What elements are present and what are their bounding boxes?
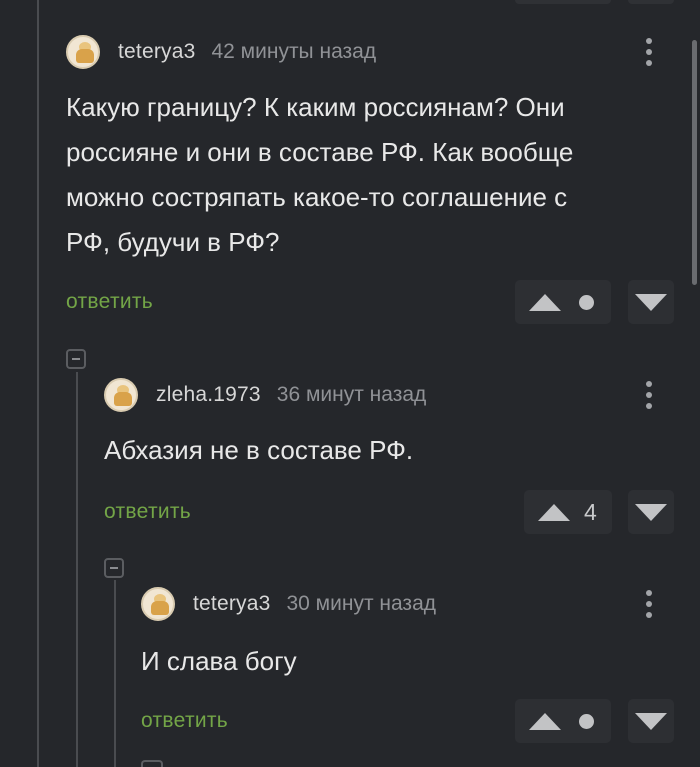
dot-icon <box>579 294 594 310</box>
thread-line-root <box>37 0 39 767</box>
comment-header: teterya3 42 минуты назад <box>66 35 376 69</box>
more-vertical-icon[interactable] <box>644 38 654 68</box>
downvote-button[interactable] <box>628 699 674 743</box>
arrow-up-icon[interactable] <box>529 293 561 311</box>
comment-text-line: россияне и они в составе РФ. Как вообще <box>66 137 574 167</box>
timestamp[interactable]: 30 минут назад <box>286 592 436 616</box>
arrow-up-icon[interactable] <box>538 503 570 521</box>
previous-vote-box-edge <box>515 0 611 4</box>
thread-line-level-1[interactable] <box>76 372 78 767</box>
timestamp[interactable]: 36 минут назад <box>277 383 427 407</box>
downvote-button[interactable] <box>628 280 674 324</box>
vote-box: 4 <box>524 490 612 534</box>
comment-2: zleha.1973 36 минут назад Абхазия не в с… <box>104 378 676 538</box>
previous-downvote-box-edge <box>628 0 674 4</box>
username[interactable]: zleha.1973 <box>156 383 261 407</box>
username[interactable]: teterya3 <box>118 40 195 64</box>
user-avatar[interactable] <box>104 378 138 412</box>
reply-link[interactable]: ответить <box>104 500 191 524</box>
arrow-down-icon[interactable] <box>635 294 667 311</box>
thread-line-level-2[interactable] <box>114 580 116 767</box>
arrow-down-icon[interactable] <box>635 713 667 730</box>
comment-header: teterya3 30 минут назад <box>141 587 436 621</box>
user-avatar[interactable] <box>141 587 175 621</box>
arrow-up-icon[interactable] <box>529 712 561 730</box>
username[interactable]: teterya3 <box>193 592 270 616</box>
more-vertical-icon[interactable] <box>644 590 654 620</box>
next-collapse-button-edge <box>141 760 163 767</box>
timestamp[interactable]: 42 минуты назад <box>211 40 376 64</box>
scrollbar[interactable] <box>692 40 697 285</box>
collapse-thread-button-1[interactable] <box>66 349 86 369</box>
comment-text-line: РФ, будучи в РФ? <box>66 227 280 257</box>
collapse-thread-button-2[interactable] <box>104 558 124 578</box>
score-value: 4 <box>584 498 597 525</box>
comment-header: zleha.1973 36 минут назад <box>104 378 426 412</box>
comment-text-line: Абхазия не в составе РФ. <box>104 435 414 465</box>
vote-box <box>515 699 611 743</box>
comment-text-line: Какую границу? К каким россиянам? Они <box>66 92 565 122</box>
comment-3: teterya3 30 минут назад И слава богу отв… <box>141 587 676 757</box>
reply-link[interactable]: ответить <box>141 709 228 733</box>
reply-link[interactable]: ответить <box>66 290 153 314</box>
downvote-button[interactable] <box>628 490 674 534</box>
dot-icon <box>579 713 594 729</box>
comment-text-line: можно состряпать какое-то соглашение с <box>66 182 568 212</box>
comment-text-line: И слава богу <box>141 646 297 676</box>
vote-box <box>515 280 611 324</box>
arrow-down-icon[interactable] <box>635 504 667 521</box>
user-avatar[interactable] <box>66 35 100 69</box>
more-vertical-icon[interactable] <box>644 381 654 411</box>
comment-1: teterya3 42 минуты назад Какую границу? … <box>66 35 676 335</box>
